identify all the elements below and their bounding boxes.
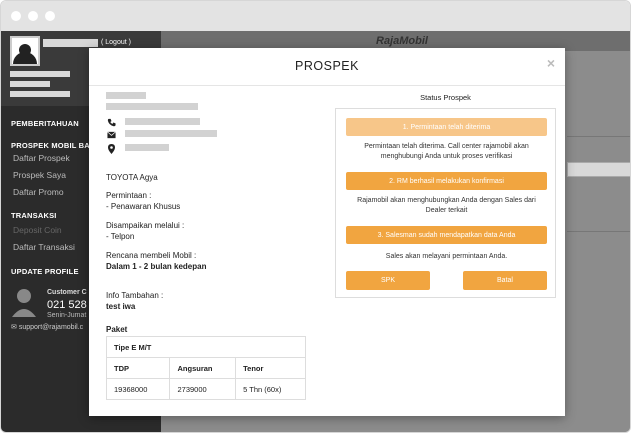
step-1-button[interactable]: 1. Permintaan telah diterima <box>346 118 547 136</box>
status-title: Status Prospek <box>420 93 471 102</box>
window-control-minimize[interactable] <box>28 11 38 21</box>
sidebar-section-pemberitahuan[interactable]: PEMBERITAHUAN <box>1 119 89 128</box>
batal-button[interactable]: Batal <box>463 271 547 290</box>
sidebar-item-daftar-promo[interactable]: Daftar Promo <box>1 187 76 197</box>
disampaikan-value: - Telpon <box>106 232 135 241</box>
browser-window: ( Logout ) PEMBERITAHUAN PROSPEK MOBIL B… <box>0 0 631 433</box>
background-select <box>567 162 630 177</box>
permintaan-label: Permintaan : <box>106 191 152 200</box>
modal-header: PROSPEK × <box>89 48 565 86</box>
sidebar-item-prospek-saya[interactable]: Prospek Saya <box>1 170 78 180</box>
customer-care-icon <box>11 287 37 317</box>
blurred-name <box>106 92 146 99</box>
spk-button[interactable]: SPK <box>346 271 430 290</box>
blurred-info <box>10 81 50 87</box>
cell-tenor: 5 Thn (60x) <box>235 378 306 400</box>
table-row: TDP Angsuran Tenor <box>105 357 306 379</box>
column-header-tenor: Tenor <box>235 357 306 379</box>
rencana-label: Rencana membeli Mobil : <box>106 251 197 260</box>
paket-tipe: Tipe E M/T <box>106 336 306 358</box>
envelope-icon <box>106 130 116 140</box>
window-control-maximize[interactable] <box>45 11 55 21</box>
step-2-button[interactable]: 2. RM berhasil melakukan konfirmasi <box>346 172 547 190</box>
phone-icon <box>106 117 116 127</box>
sidebar-item-deposit-coin[interactable]: Deposit Coin <box>1 225 74 235</box>
close-icon[interactable]: × <box>547 55 555 71</box>
step-3-description: Sales akan melayani permintaan Anda. <box>385 253 508 260</box>
logout-link[interactable]: ( Logout ) <box>101 39 131 46</box>
map-marker-icon <box>106 144 116 154</box>
sidebar-item-daftar-prospek[interactable]: Daftar Prospek <box>1 153 82 163</box>
blurred-username <box>43 39 98 47</box>
sidebar-section-transaksi[interactable]: TRANSAKSI <box>1 211 67 220</box>
table-row: Tipe E M/T <box>106 336 306 358</box>
customer-care-label: Customer C <box>47 289 87 296</box>
customer-care-email: ✉ support@rajamobil.c <box>11 323 83 331</box>
sidebar-section-update-profile[interactable]: UPDATE PROFILE <box>1 267 89 276</box>
modal-title: PROSPEK <box>295 59 359 73</box>
blurred-info <box>10 71 70 77</box>
divider <box>567 136 630 137</box>
blurred-location <box>125 144 169 151</box>
column-header-angsuran: Angsuran <box>169 357 237 379</box>
paket-label: Paket <box>106 325 128 334</box>
avatar <box>10 36 40 66</box>
blurred-info <box>10 91 70 97</box>
info-label: Info Tambahan : <box>106 291 164 300</box>
status-panel: 1. Permintaan telah diterima Permintaan … <box>335 108 556 298</box>
info-value: test iwa <box>106 302 136 311</box>
customer-care-hours: Senin-Jumat <box>47 312 87 319</box>
window-control-close[interactable] <box>11 11 21 21</box>
step-3-button[interactable]: 3. Salesman sudah mendapatkan data Anda <box>346 226 547 244</box>
envelope-icon: ✉ <box>11 324 17 331</box>
column-header-tdp: TDP <box>105 357 171 379</box>
sidebar-item-daftar-transaksi[interactable]: Daftar Transaksi <box>1 242 87 252</box>
paket-table: Tipe E M/T TDP Angsuran Tenor 19368000 2… <box>105 336 306 400</box>
permintaan-value: - Penawaran Khusus <box>106 202 181 211</box>
cell-tdp: 19368000 <box>105 378 171 400</box>
disampaikan-label: Disampaikan melalui : <box>106 221 185 230</box>
car-name: TOYOTA Agya <box>106 173 158 182</box>
step-2-description: Rajamobil akan menghubungkan Anda dengan… <box>357 197 536 214</box>
blurred-phone <box>125 118 200 125</box>
cell-angsuran: 2739000 <box>169 378 237 400</box>
prospek-modal: PROSPEK × TOYOTA Agya Permintaan : - Pen… <box>89 48 565 416</box>
blurred-address <box>106 103 198 110</box>
rencana-value: Dalam 1 - 2 bulan kedepan <box>106 262 207 271</box>
brand-logo: RajaMobil <box>376 35 428 47</box>
table-row: 19368000 2739000 5 Thn (60x) <box>105 378 306 400</box>
divider <box>567 231 630 232</box>
browser-titlebar <box>1 1 630 31</box>
customer-care-phone: 021 528 <box>47 299 87 311</box>
blurred-email <box>125 130 217 137</box>
customer-care-email-text: support@rajamobil.c <box>18 324 84 331</box>
step-1-description: Permintaan telah diterima. Call center r… <box>364 143 529 160</box>
